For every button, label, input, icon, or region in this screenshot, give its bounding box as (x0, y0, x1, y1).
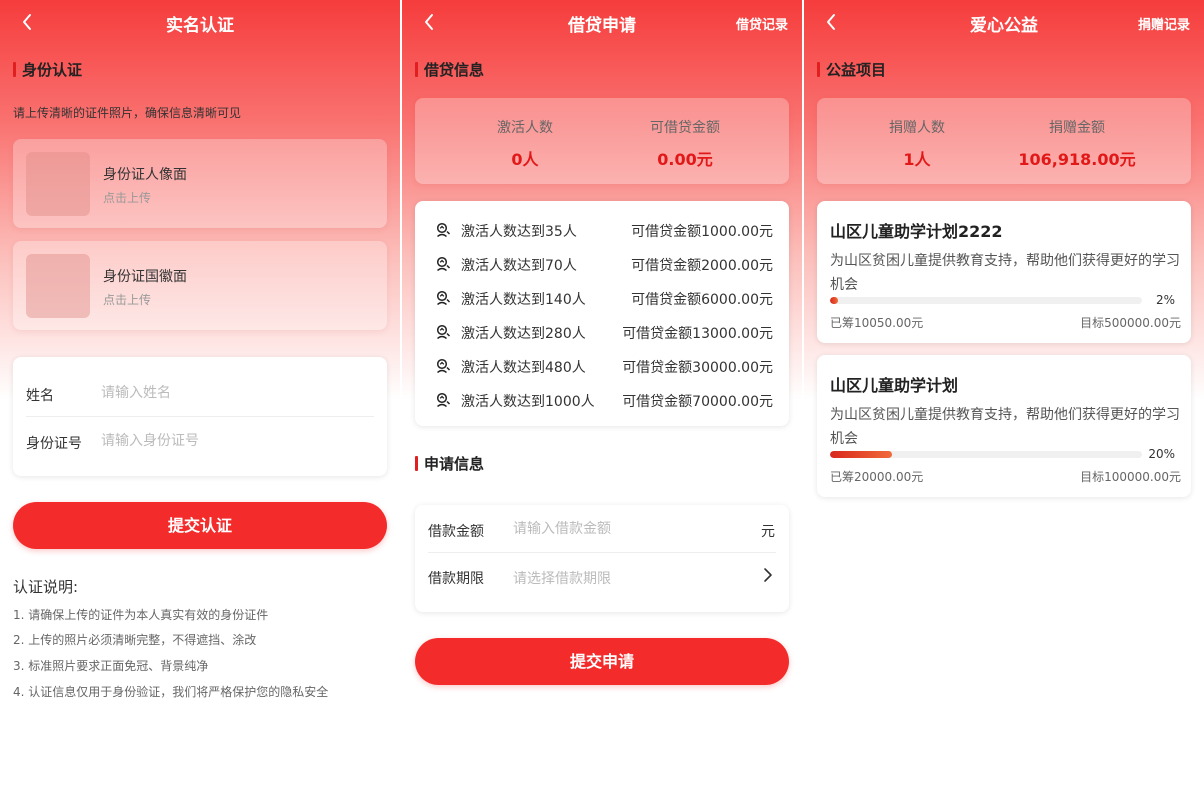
upload-hint: 请上传清晰的证件照片，确保信息清晰可见 (13, 106, 242, 120)
loan-stats-card: 激活人数 0人 可借贷金额 0.00元 (415, 98, 789, 184)
tier-requirement: 激活人数达到35人 (461, 224, 577, 240)
loan-screen: 借贷申请 借贷记录 借贷信息 激活人数 0人 可借贷金额 0.00元 激活人数达… (402, 0, 802, 800)
loanable-amount-label: 可借贷金额 (650, 120, 720, 136)
section-bar (817, 62, 820, 77)
upload-subtitle: 点击上传 (103, 293, 152, 307)
amount-unit: 元 (761, 524, 775, 540)
loan-term-select[interactable]: 请选择借款期限 (513, 568, 743, 592)
section-title-text: 身份认证 (22, 61, 83, 79)
upload-card-front[interactable]: 身份证人像面 点击上传 (13, 139, 387, 228)
tier-amount: 可借贷金额70000.00元 (622, 394, 773, 410)
section-bar (13, 62, 16, 77)
submit-verify-button[interactable]: 提交认证 (13, 502, 387, 549)
upload-placeholder-image (26, 254, 90, 318)
tier-requirement: 激活人数达到70人 (461, 258, 577, 274)
note-item: 1. 请确保上传的证件为本人真实有效的身份证件 (13, 608, 269, 622)
section-bar (415, 456, 418, 471)
loan-amount-input[interactable] (513, 517, 743, 541)
progress-track (830, 297, 1142, 304)
section-title-text: 公益项目 (826, 61, 887, 79)
project-card[interactable]: 山区儿童助学计划2222 为山区贫困儿童提供教育支持，帮助他们获得更好的学习机会… (817, 201, 1191, 343)
charity-screen: 爱心公益 捐赠记录 公益项目 捐赠人数 1人 捐赠金额 106,918.00元 … (804, 0, 1204, 800)
tier-requirement: 激活人数达到140人 (461, 292, 586, 308)
user-badge-icon (435, 290, 451, 306)
loan-tier-list: 激活人数达到35人 可借贷金额1000.00元激活人数达到70人 可借贷金额2000… (415, 201, 789, 426)
project-title: 山区儿童助学计划 (830, 376, 959, 395)
tier-requirement: 激活人数达到280人 (461, 326, 586, 342)
donation-amount-value: 106,918.00元 (1018, 150, 1136, 169)
user-badge-icon (435, 256, 451, 272)
tier-amount: 可借贷金额1000.00元 (631, 224, 773, 240)
section-bar (415, 62, 418, 77)
donor-count-label: 捐赠人数 (889, 120, 945, 136)
page-title: 实名认证 (166, 16, 234, 36)
user-badge-icon (435, 324, 451, 340)
project-description: 为山区贫困儿童提供教育支持，帮助他们获得更好的学习机会 (830, 407, 1180, 447)
name-input[interactable] (101, 381, 371, 405)
notes-title: 认证说明: (13, 578, 79, 596)
donation-amount-label: 捐赠金额 (1049, 120, 1105, 136)
project-card[interactable]: 山区儿童助学计划 为山区贫困儿童提供教育支持，帮助他们获得更好的学习机会 20%… (817, 355, 1191, 497)
name-label: 姓名 (26, 388, 54, 404)
id-number-input[interactable] (101, 429, 371, 453)
progress-track (830, 451, 1142, 458)
note-item: 4. 认证信息仅用于身份验证，我们将严格保护您的隐私安全 (13, 685, 329, 699)
note-item: 3. 标准照片要求正面免冠、背景纯净 (13, 659, 209, 673)
note-item: 2. 上传的照片必须清晰完整，不得遮挡、涂改 (13, 633, 257, 647)
user-badge-icon (435, 392, 451, 408)
divider (26, 416, 374, 417)
target-amount: 目标500000.00元 (1080, 316, 1181, 330)
user-badge-icon (435, 222, 451, 238)
nav-bar: 借贷申请 借贷记录 (402, 0, 802, 44)
upload-title: 身份证人像面 (103, 167, 187, 183)
progress-percent: 2% (1155, 293, 1175, 307)
identity-form: 姓名 身份证号 (13, 357, 387, 476)
tier-amount: 可借贷金额2000.00元 (631, 258, 773, 274)
submit-loan-button[interactable]: 提交申请 (415, 638, 789, 685)
progress-fill (830, 451, 893, 458)
tier-amount: 可借贷金额6000.00元 (631, 292, 773, 308)
donation-stats-card: 捐赠人数 1人 捐赠金额 106,918.00元 (817, 98, 1191, 184)
user-badge-icon (435, 358, 451, 374)
tier-amount: 可借贷金额13000.00元 (622, 326, 773, 342)
section-title: 借贷信息 (415, 61, 484, 79)
divider (428, 552, 776, 553)
nav-bar: 爱心公益 捐赠记录 (804, 0, 1204, 44)
raised-amount: 已筹10050.00元 (830, 316, 924, 330)
tier-requirement: 激活人数达到1000人 (461, 394, 595, 410)
donation-records-link[interactable]: 捐赠记录 (1138, 14, 1190, 33)
tier-amount: 可借贷金额30000.00元 (622, 360, 773, 376)
activated-count-label: 激活人数 (497, 120, 553, 136)
upload-subtitle: 点击上传 (103, 191, 152, 205)
loan-amount-label: 借款金额 (428, 524, 484, 540)
target-amount: 目标100000.00元 (1080, 470, 1181, 484)
verify-screen: 实名认证 身份认证 请上传清晰的证件照片，确保信息清晰可见 身份证人像面 点击上… (0, 0, 400, 800)
nav-bar: 实名认证 (0, 0, 400, 44)
project-title: 山区儿童助学计划2222 (830, 222, 1003, 241)
section-title: 申请信息 (415, 455, 484, 473)
id-number-label: 身份证号 (26, 436, 82, 452)
section-title-text: 申请信息 (424, 455, 485, 473)
raised-amount: 已筹20000.00元 (830, 470, 924, 484)
loan-apply-form: 借款金额 元 借款期限 请选择借款期限 (415, 505, 789, 612)
section-title: 公益项目 (817, 61, 886, 79)
progress-percent: 20% (1148, 447, 1175, 461)
chevron-right-icon[interactable] (761, 564, 775, 586)
section-title: 身份认证 (13, 61, 82, 79)
section-title-text: 借贷信息 (424, 61, 485, 79)
upload-card-back[interactable]: 身份证国徽面 点击上传 (13, 241, 387, 330)
activated-count-value: 0人 (511, 150, 539, 169)
upload-title: 身份证国徽面 (103, 269, 187, 285)
loan-records-link[interactable]: 借贷记录 (736, 14, 788, 33)
upload-placeholder-image (26, 152, 90, 216)
tier-requirement: 激活人数达到480人 (461, 360, 586, 376)
progress-fill (830, 297, 838, 304)
loanable-amount-value: 0.00元 (657, 150, 713, 169)
project-description: 为山区贫困儿童提供教育支持，帮助他们获得更好的学习机会 (830, 253, 1180, 293)
loan-term-label: 借款期限 (428, 571, 484, 587)
donor-count-value: 1人 (903, 150, 931, 169)
